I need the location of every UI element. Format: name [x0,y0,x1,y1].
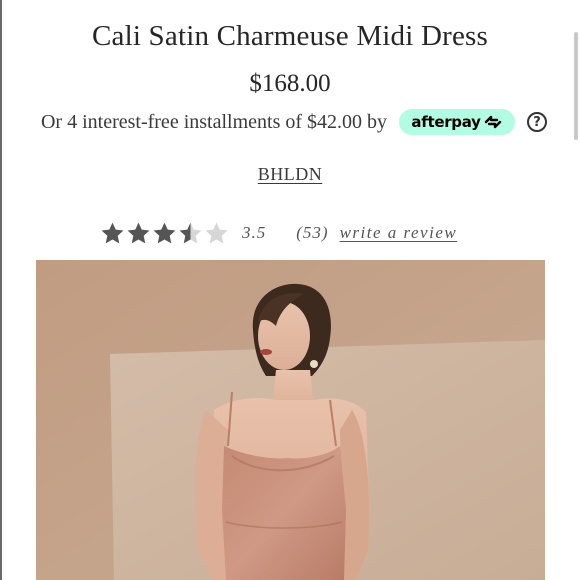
product-title: Cali Satin Charmeuse Midi Dress [91,20,489,52]
afterpay-badge[interactable]: afterpay [399,109,516,135]
installments-row: Or 4 interest-free installments of $42.0… [0,106,580,138]
review-count: (53) [296,223,329,242]
product-price: $168.00 [249,70,331,97]
afterpay-label: afterpay [411,113,481,131]
star-icon [179,222,202,243]
star-icon [101,222,124,243]
model-lips [260,349,272,355]
brand-row: BHLDN [0,164,580,185]
write-review-link[interactable]: write a review [340,223,458,243]
star-icon [153,222,176,243]
model-earring [310,360,318,368]
star-rating [100,221,230,246]
afterpay-arrows-icon [484,115,501,129]
product-photo[interactable] [36,260,545,580]
brand-link[interactable]: BHLDN [258,164,323,184]
dress-body [222,446,346,580]
installments-text: Or 4 interest-free installments of $42.0… [40,110,388,133]
rating-row: 3.5 (53) write a review [100,218,457,248]
star-icon [205,222,228,243]
star-icon [127,222,150,243]
info-circle-icon[interactable]: ? [527,112,548,132]
rating-value: 3.5 [242,223,267,242]
